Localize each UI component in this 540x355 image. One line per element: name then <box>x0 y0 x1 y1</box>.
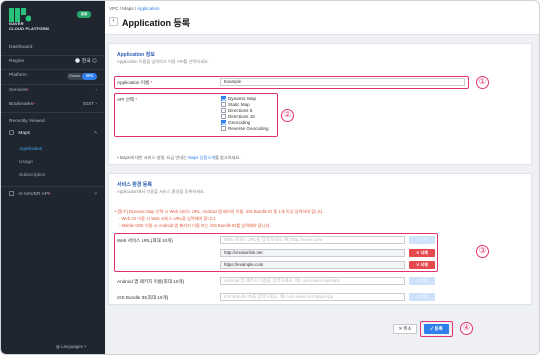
card-description: Application에서 이용할 서비스 환경을 등록하세요. <box>117 189 205 194</box>
breadcrumb-item[interactable]: Maps <box>122 6 133 11</box>
sidebar-item-platform: Platform Classic VPC <box>9 71 97 81</box>
card-title: Application 정보 <box>117 52 155 58</box>
cancel-button[interactable]: ✕ 취소 <box>393 324 417 334</box>
sidebar-item-label: Recently Viewed <box>9 119 45 124</box>
breadcrumb: VPC / Maps / Application <box>109 6 160 11</box>
region-select[interactable]: 한국 <box>75 57 97 67</box>
breadcrumb-item-current: Application <box>137 6 160 11</box>
new-dot-icon: • <box>49 192 51 197</box>
sidebar-item-subscription[interactable]: Subscription <box>19 171 97 181</box>
sidebar-item-label: Usage <box>19 160 33 165</box>
ai-api-icon <box>9 191 14 196</box>
globe-icon: ◍ <box>56 344 60 349</box>
logo-line2: CLOUD PLATFORM <box>9 25 50 31</box>
sidebar-divider <box>1 186 105 187</box>
callout-number-4: ④ <box>460 322 473 335</box>
region-badge[interactable]: 공공 <box>77 11 91 18</box>
chevron-right-icon: › <box>95 88 97 93</box>
sidebar-item-label: Maps <box>18 131 31 136</box>
sidebar: NAVER CLOUD PLATFORM 공공 Dashboard Region… <box>1 1 105 354</box>
sidebar-item-recently-viewed: Recently Viewed <box>9 117 97 127</box>
callout-number-2: ② <box>281 109 294 122</box>
region-value: 한국 <box>81 59 91 64</box>
sidebar-item-label: Application <box>19 147 43 152</box>
highlight-box-4 <box>420 321 453 337</box>
chevron-right-icon: › <box>95 102 97 107</box>
sidebar-divider <box>1 69 105 70</box>
sidebar-item-ai-naver-api[interactable]: AI·NAVER API• ˅ <box>9 190 97 200</box>
page-title: Application 등록 <box>122 18 191 28</box>
languages-menu[interactable]: ◍ Languages ˅ <box>56 344 87 350</box>
android-package-add-button[interactable]: + 추가 <box>409 277 435 285</box>
ncp-logo-icon <box>9 8 31 22</box>
sidebar-divider <box>1 112 105 113</box>
sidebar-item-maps[interactable]: Maps ˄ <box>9 129 97 139</box>
sidebar-item-label: Region <box>9 59 25 64</box>
sidebar-item-label: Services <box>9 88 28 93</box>
back-button[interactable]: ‹ <box>109 17 118 26</box>
ios-bundle-add-button[interactable]: + 추가 <box>409 293 435 301</box>
note-text: • Maps에 대한 서비스 설명, 요금 안내는 <box>117 155 187 160</box>
app-frame: NAVER CLOUD PLATFORM 공공 Dashboard Region… <box>0 0 540 355</box>
platform-vpc-option[interactable]: VPC <box>82 72 97 80</box>
logo-text: NAVER CLOUD PLATFORM <box>9 21 50 31</box>
sidebar-item-label: Dashboard <box>9 45 33 50</box>
note-text: 를 참고하세요. <box>214 155 241 160</box>
callout-number-3: ③ <box>476 245 489 258</box>
sidebar-item-label: Bookmarks <box>9 102 33 107</box>
sidebar-item-application[interactable]: Application <box>19 145 97 155</box>
callout-number-1: ① <box>476 76 489 89</box>
page-header: VPC / Maps / Application ‹ Application 등… <box>105 1 539 35</box>
ios-bundle-input[interactable]: iOS Bundle ID를 입력하세요. 예) com.naver.ios.M… <box>220 293 405 301</box>
new-dot-icon: • <box>33 102 35 107</box>
sidebar-item-label: Platform <box>9 73 27 78</box>
sidebar-item-bookmarks[interactable]: Bookmarks• EDIT › <box>9 100 97 110</box>
sidebar-item-dashboard[interactable]: Dashboard <box>9 43 97 53</box>
card-description: Application 이름을 입력하고 이용 API를 선택하세요. <box>117 59 210 64</box>
bookmarks-edit-link[interactable]: EDIT › <box>83 100 97 110</box>
sidebar-item-services[interactable]: Services• › <box>9 86 97 96</box>
chevron-up-icon: ˄ <box>94 131 97 136</box>
sidebar-item-label: Subscription <box>19 173 46 178</box>
warning-text: • [필수] Dynamic Map 선택 시 Web 서비스 URL, And… <box>115 209 324 214</box>
chevron-down-icon: ˅ <box>84 344 87 349</box>
android-package-input[interactable]: Android 앱 패키지 이름을 입력하세요. 예) com.naver.my… <box>220 277 405 285</box>
maps-icon <box>9 130 14 136</box>
warning-text: - Mobile SDK 이용 시 Android 앱 패키지 이름 또는 iO… <box>119 223 271 228</box>
sidebar-item-label: AI·NAVER API <box>18 192 50 197</box>
sidebar-divider <box>1 55 105 56</box>
chevron-down-icon: ˅ <box>94 192 97 197</box>
sidebar-item-region[interactable]: Region 한국 <box>9 57 97 67</box>
platform-classic-option[interactable]: Classic <box>67 73 82 80</box>
android-package-label: Android 앱 패키지 이름(최대 10개) <box>117 279 185 284</box>
sidebar-item-usage[interactable]: Usage <box>19 158 97 168</box>
edit-label: EDIT <box>83 102 95 107</box>
card-title: 서비스 환경 등록 <box>117 182 152 188</box>
languages-label: Languages <box>61 344 83 349</box>
platform-toggle[interactable]: Classic VPC <box>67 72 97 80</box>
chevron-left-icon: ‹ <box>112 18 115 24</box>
highlight-box-2 <box>114 93 278 137</box>
new-dot-icon: • <box>27 88 30 93</box>
ios-bundle-label: iOS Bundle ID(최대 10개) <box>117 295 169 300</box>
maps-product-link[interactable]: Maps 상품소개 <box>188 155 215 160</box>
gear-icon[interactable] <box>92 58 97 63</box>
warning-text: - Web JS 이용 시 Web 서비스 URL을 입력해야 합니다. <box>119 216 217 221</box>
highlight-box-1 <box>114 76 469 89</box>
maps-info-note: • Maps에 대한 서비스 설명, 요금 안내는 Maps 상품소개를 참고하… <box>117 155 240 161</box>
breadcrumb-item[interactable]: VPC <box>109 6 118 11</box>
sidebar-divider <box>1 84 105 85</box>
globe-icon <box>75 58 81 63</box>
highlight-box-3 <box>114 233 438 272</box>
